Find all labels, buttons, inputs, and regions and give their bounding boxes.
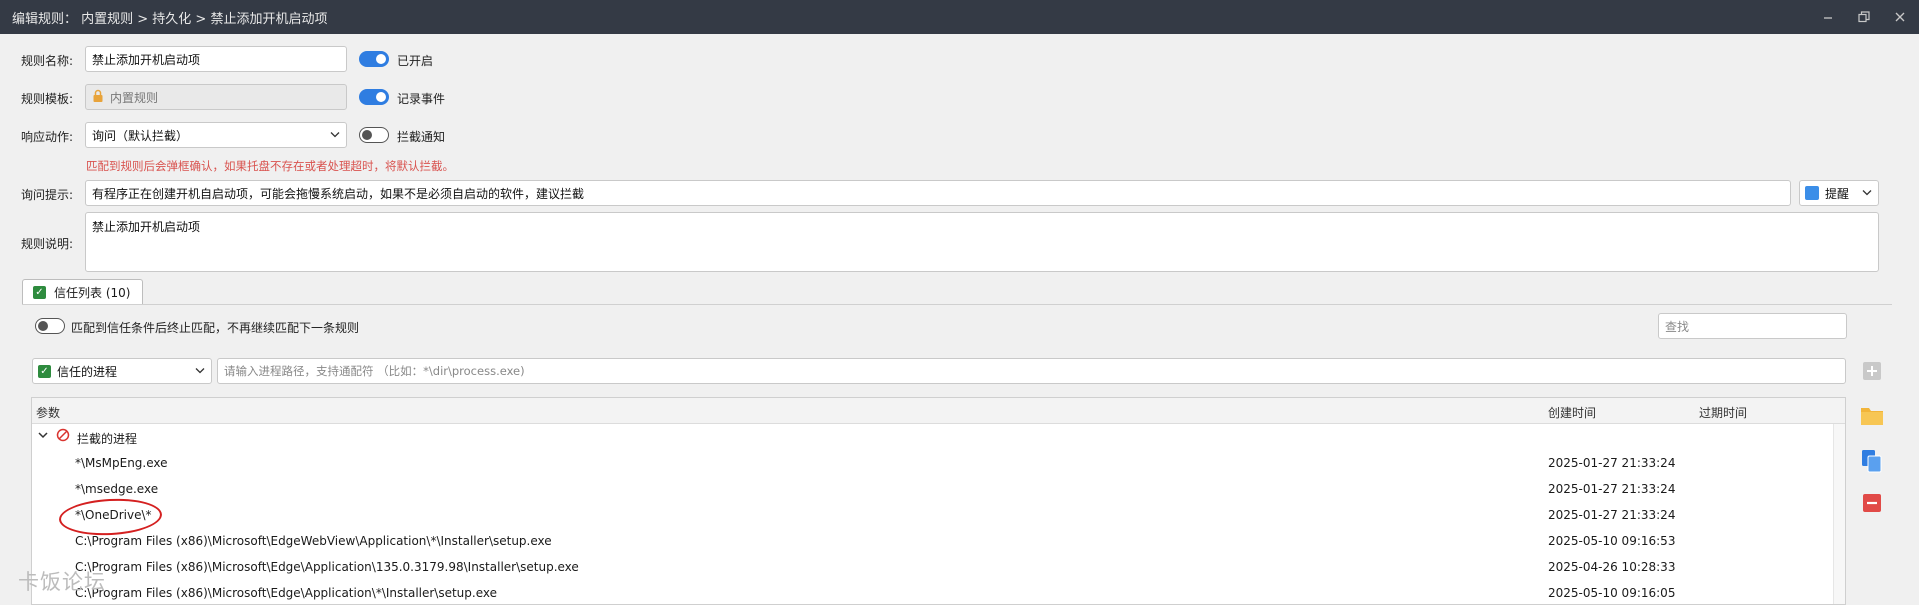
lock-icon [92,89,104,106]
enabled-label: 已开启 [397,54,434,68]
row-param: *\msedge.exe [75,482,159,496]
delete-button[interactable] [1861,492,1883,514]
search-input[interactable]: 查找 [1658,313,1847,339]
desc-label: 规则说明: [21,237,74,251]
level-color-swatch [1805,186,1819,200]
row-param: C:\Program Files (x86)\Microsoft\Edge\Ap… [75,560,579,574]
folder-icon[interactable] [1860,404,1884,428]
enabled-toggle[interactable] [359,51,389,67]
stop-match-label: 匹配到信任条件后终止匹配，不再继续匹配下一条规则 [71,321,360,335]
checkbox-icon: ✓ [33,285,46,299]
search-placeholder: 查找 [1665,319,1690,334]
copy-icon[interactable] [1860,448,1884,474]
level-value: 提醒 [1825,186,1850,201]
rule-name-value: 禁止添加开机启动项 [92,52,201,67]
template-input: 内置规则 [85,84,347,110]
watermark: 卡饭论坛 [18,570,106,594]
table-row[interactable]: C:\Program Files (x86)\Microsoft\Edge\Ap… [32,554,1845,580]
row-param: C:\Program Files (x86)\Microsoft\EdgeWeb… [75,534,552,548]
group-label: 拦截的进程 [77,432,138,446]
table-row[interactable]: *\OneDrive\* 2025-01-27 21:33:24 [32,502,1845,528]
action-value: 询问（默认拦截） [92,128,189,143]
path-placeholder: 请输入进程路径，支持通配符 （比如：*\dir\process.exe) [224,364,525,378]
row-created: 2025-04-26 10:28:33 [1548,560,1676,574]
window-title: 编辑规则： 内置规则 > 持久化 > 禁止添加开机启动项 [12,11,328,27]
desc-textarea[interactable]: 禁止添加开机启动项 [85,212,1879,272]
prompt-value: 有程序正在创建开机自启动项，可能会拖慢系统启动，如果不是必须自启动的软件，建议拦… [92,186,585,201]
chevron-down-icon[interactable] [38,429,48,443]
row-param: *\MsMpEng.exe [75,456,168,470]
row-param: C:\Program Files (x86)\Microsoft\Edge\Ap… [75,586,498,600]
notify-toggle[interactable] [359,127,389,143]
log-label: 记录事件 [397,92,446,106]
template-label: 规则模板: [21,92,74,106]
stop-match-toggle[interactable] [35,318,65,334]
template-value: 内置规则 [110,90,159,105]
table-row[interactable]: *\MsMpEng.exe 2025-01-27 21:33:24 [32,450,1845,476]
row-created: 2025-05-10 09:16:05 [1548,586,1676,600]
close-icon[interactable] [1893,10,1907,24]
log-toggle[interactable] [359,89,389,105]
col-created[interactable]: 创建时间 [1548,404,1596,421]
col-expire[interactable]: 过期时间 [1699,404,1747,421]
table-header: 参数 创建时间 过期时间 [32,398,1845,424]
path-input[interactable]: 请输入进程路径，支持通配符 （比如：*\dir\process.exe) [217,358,1846,384]
row-created: 2025-01-27 21:33:24 [1548,508,1676,522]
desc-value: 禁止添加开机启动项 [92,220,201,234]
add-button[interactable] [1861,360,1883,382]
rule-name-input[interactable]: 禁止添加开机启动项 [85,46,347,72]
notify-label: 拦截通知 [397,130,446,144]
tab-label: 信任列表 (10) [54,285,131,300]
group-row[interactable]: 拦截的进程 [32,424,1845,450]
restore-icon[interactable] [1857,10,1871,24]
checkbox-icon: ✓ [38,364,51,378]
table-row[interactable]: C:\Program Files (x86)\Microsoft\Edge\Ap… [32,580,1845,604]
table-row[interactable]: *\msedge.exe 2025-01-27 21:33:24 [32,476,1845,502]
title-bar: 编辑规则： 内置规则 > 持久化 > 禁止添加开机启动项 [0,0,1919,34]
col-param[interactable]: 参数 [36,404,60,421]
row-created: 2025-01-27 21:33:24 [1548,482,1676,496]
row-created: 2025-01-27 21:33:24 [1548,456,1676,470]
table-scrollbar[interactable] [1833,424,1845,604]
tab-divider [22,304,1892,305]
chevron-down-icon [330,130,340,141]
table-row[interactable]: C:\Program Files (x86)\Microsoft\EdgeWeb… [32,528,1845,554]
chevron-down-icon [1862,188,1872,199]
type-value: 信任的进程 [57,364,118,379]
minimize-icon[interactable] [1821,10,1835,24]
action-label: 响应动作: [21,130,74,144]
block-icon [56,428,70,445]
prompt-label: 询问提示: [21,188,74,202]
tab-trust-list[interactable]: ✓ 信任列表 (10) [22,279,143,304]
row-created: 2025-05-10 09:16:53 [1548,534,1676,548]
level-select[interactable]: 提醒 [1799,180,1879,206]
type-select[interactable]: ✓ 信任的进程 [32,358,212,384]
chevron-down-icon [195,366,205,377]
trust-table: 参数 创建时间 过期时间 拦截的进程 *\MsMpEng.exe 2025-01… [31,397,1846,605]
prompt-input[interactable]: 有程序正在创建开机自启动项，可能会拖慢系统启动，如果不是必须自启动的软件，建议拦… [85,180,1791,206]
action-select[interactable]: 询问（默认拦截） [85,122,347,148]
warning-text: 匹配到规则后会弹框确认，如果托盘不存在或者处理超时，将默认拦截。 [86,159,454,173]
rule-name-label: 规则名称: [21,54,74,68]
